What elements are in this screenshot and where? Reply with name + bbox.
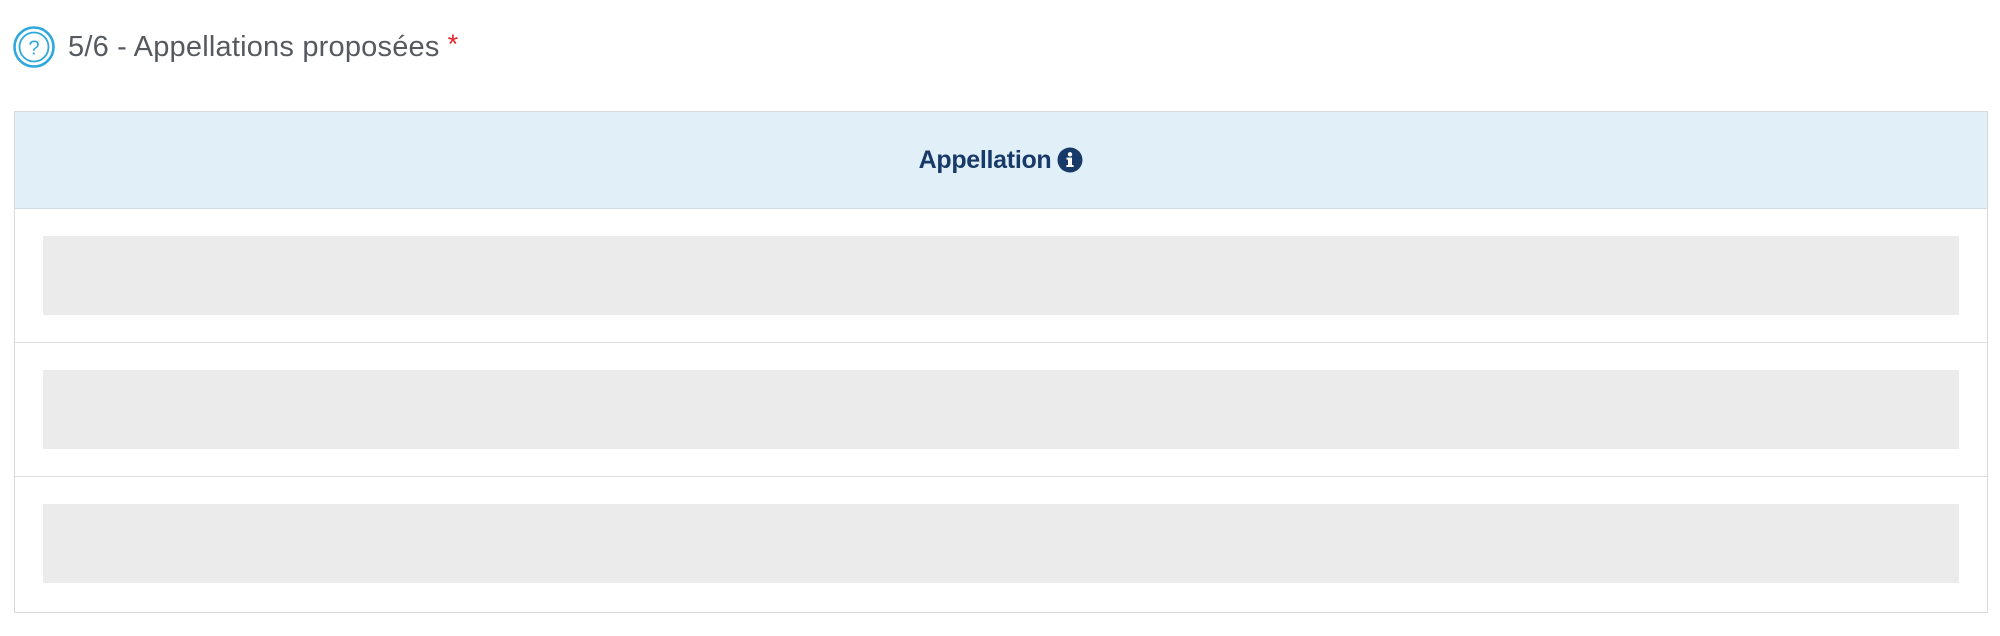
appellations-page: ? 5/6 - Appellations proposées * Appella… xyxy=(0,0,2000,636)
appellation-field[interactable] xyxy=(43,504,1959,583)
appellation-field[interactable] xyxy=(43,370,1959,449)
question-circle-icon[interactable]: ? xyxy=(12,25,56,69)
appellations-table: Appellation xyxy=(14,111,1988,613)
section-header: ? 5/6 - Appellations proposées * xyxy=(12,26,458,68)
info-circle-icon[interactable] xyxy=(1057,147,1083,173)
table-header: Appellation xyxy=(15,112,1987,209)
table-row xyxy=(15,343,1987,477)
column-header-appellation: Appellation xyxy=(919,146,1084,175)
svg-text:?: ? xyxy=(28,38,39,60)
table-row xyxy=(15,477,1987,611)
required-marker: * xyxy=(447,28,459,59)
appellation-field[interactable] xyxy=(43,236,1959,315)
section-title: 5/6 - Appellations proposées xyxy=(68,30,440,63)
column-header-label: Appellation xyxy=(918,145,1052,174)
table-row xyxy=(15,209,1987,343)
